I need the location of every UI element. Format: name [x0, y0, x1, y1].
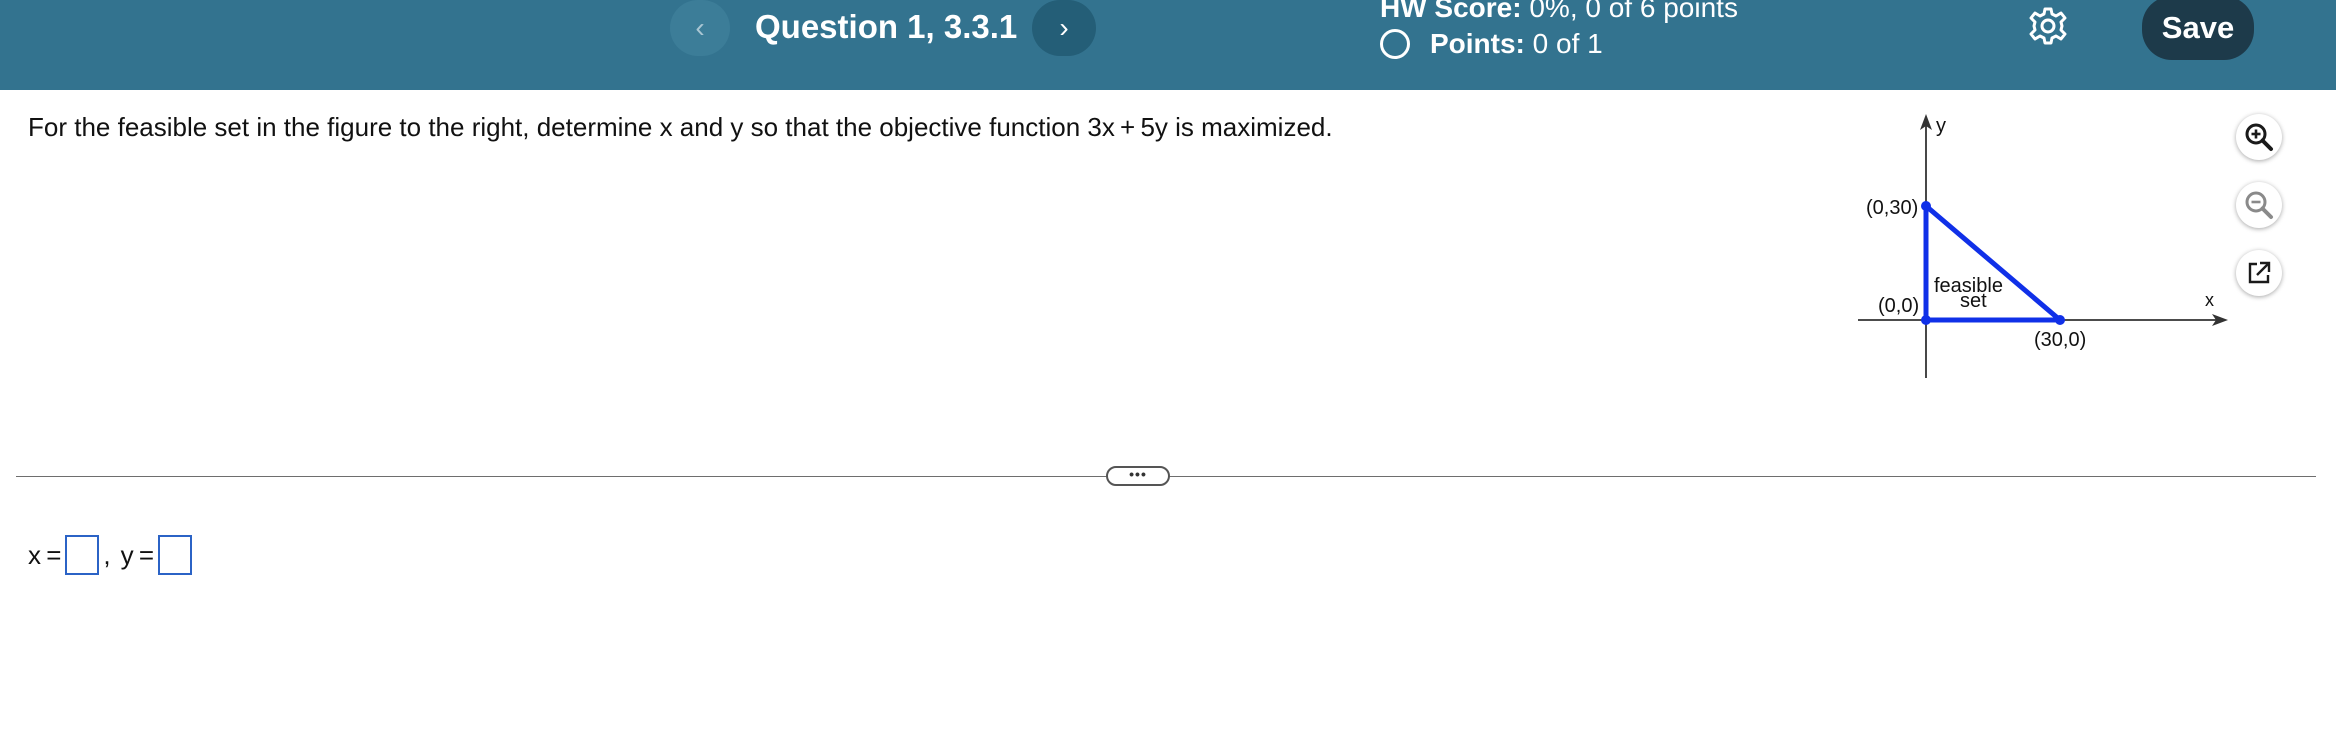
vertex-right-label: (30,0)	[2034, 329, 2086, 351]
zoom-out-button[interactable]	[2236, 182, 2282, 228]
chevron-left-icon: ‹	[695, 12, 705, 43]
previous-question-button[interactable]: ‹	[670, 0, 730, 56]
answer-row: x = , y =	[28, 535, 196, 575]
popout-button[interactable]	[2236, 250, 2282, 296]
points-label: Points:	[1430, 28, 1525, 59]
feasible-set-figure: y x (0,30) (0,0) (30,0) feasible set	[1858, 114, 2228, 378]
chevron-right-icon: ›	[1059, 12, 1069, 43]
zoom-out-icon	[2245, 191, 2273, 219]
progress-circle-icon	[1380, 29, 1410, 59]
y-axis-label: y	[1936, 115, 1946, 137]
y-answer-label: y =	[120, 539, 155, 570]
external-link-icon	[2248, 261, 2271, 284]
region-label-line2: set	[1960, 290, 1987, 312]
question-title: Question 1, 3.3.1	[755, 8, 1018, 45]
hw-score: HW Score: 0%, 0 of 6 points	[1380, 0, 1738, 24]
zoom-in-button[interactable]	[2236, 114, 2282, 160]
x-answer-label: x =	[28, 539, 62, 570]
header-bar: ‹ Question 1, 3.3.1 › HW Score: 0%, 0 of…	[0, 0, 2336, 90]
hw-score-value: 0%, 0 of 6 points	[1529, 0, 1738, 23]
zoom-in-icon	[2245, 123, 2273, 151]
save-button[interactable]: Save	[2142, 0, 2254, 60]
settings-button[interactable]	[2026, 4, 2070, 48]
points-value: 0 of 1	[1532, 28, 1603, 59]
vertex-origin-point	[1921, 315, 1931, 325]
answer-separator: ,	[103, 539, 111, 570]
points-status: Points: 0 of 1	[1380, 26, 1603, 62]
gear-icon	[2029, 7, 2067, 45]
y-answer-input[interactable]	[158, 535, 193, 575]
vertex-top-point	[1921, 201, 1931, 211]
divider-drag-handle[interactable]: •••	[1106, 466, 1170, 486]
vertex-right-point	[2055, 315, 2065, 325]
next-question-button[interactable]: ›	[1032, 0, 1096, 56]
x-answer-input[interactable]	[65, 535, 100, 575]
feasible-region-boundary	[1923, 203, 2063, 323]
vertex-top-label: (0,30)	[1866, 197, 1918, 219]
vertex-origin-label: (0,0)	[1878, 295, 1919, 317]
hw-score-label: HW Score:	[1380, 0, 1522, 23]
question-prompt: For the feasible set in the figure to th…	[28, 112, 1333, 142]
x-axis-label: x	[2205, 290, 2214, 310]
